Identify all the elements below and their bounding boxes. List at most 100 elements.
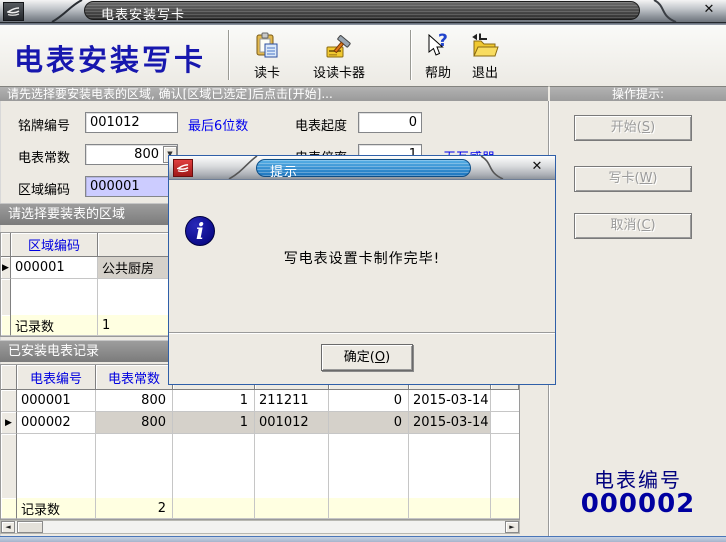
dialog-swoosh-left xyxy=(227,156,259,179)
empty-cell xyxy=(329,498,409,519)
dialog-close-icon[interactable]: ✕ xyxy=(529,159,545,175)
meter-no-value: 000002 xyxy=(549,489,726,519)
btn-key: W xyxy=(640,171,653,186)
read-card-button[interactable]: 读卡 xyxy=(238,30,296,81)
meter-grid-col-constant[interactable]: 电表常数 xyxy=(96,365,173,390)
empty-cell xyxy=(491,390,519,412)
empty-cell xyxy=(255,498,329,519)
btn-text: 开始( xyxy=(611,120,642,135)
meter-grid-footer: 记录数 2 xyxy=(1,498,519,519)
app-window: 电表安装写卡 ✕ 电表安装写卡 读卡 xyxy=(0,0,726,542)
dialog-swoosh-right xyxy=(475,156,507,179)
side-panel: 开始(S) 写卡(W) 取消(C) 电表编号 000002 xyxy=(548,101,726,536)
exit-folder-icon xyxy=(462,30,508,60)
empty-cell xyxy=(1,434,17,498)
meter-record-count-label: 记录数 xyxy=(17,498,96,519)
meter-constant-cell[interactable]: 800 xyxy=(96,390,173,412)
btn-text: 写卡( xyxy=(608,171,639,186)
area-record-count-label: 记录数 xyxy=(11,315,98,336)
row-marker-icon: ▶ xyxy=(1,412,17,434)
nameplate-hint: 最后6位数 xyxy=(188,115,248,134)
dialog-separator xyxy=(169,332,555,334)
status-bar: 请先选择要安装电表的区域, 确认[区域已选定]后点击[开始]... xyxy=(0,86,548,101)
meter-date-cell[interactable]: 2015-03-14 xyxy=(409,390,491,412)
scroll-left-icon[interactable]: ◄ xyxy=(1,521,15,533)
row-marker-icon: ▶ xyxy=(1,257,11,279)
empty-cell xyxy=(491,434,519,498)
area-grid-col-code[interactable]: 区域编码 xyxy=(11,233,98,257)
clipboard-card-icon xyxy=(238,30,296,60)
meter-no-cell[interactable]: 000001 xyxy=(17,390,96,412)
titlebar: 电表安装写卡 ✕ xyxy=(0,0,726,23)
empty-cell xyxy=(173,498,255,519)
meter-grid: 电表编号 电表常数 000001 800 1 211211 0 2015-03-… xyxy=(0,364,520,520)
titlebar-swoosh-left xyxy=(48,0,84,22)
start-button[interactable]: 开始(S) xyxy=(574,115,692,141)
area-code-label: 区域编码 xyxy=(18,179,70,198)
close-icon[interactable]: ✕ xyxy=(701,2,717,18)
area-code-cell[interactable]: 000001 xyxy=(11,257,98,279)
empty-cell xyxy=(17,434,96,498)
empty-cell xyxy=(329,434,409,498)
btn-text: 取消( xyxy=(610,218,641,233)
setup-reader-button[interactable]: 设读卡器 xyxy=(300,30,378,81)
meter-grid-selector-header xyxy=(1,365,17,390)
titlebar-pill: 电表安装写卡 xyxy=(84,1,640,20)
dialog-logo-icon xyxy=(173,159,193,177)
ok-button[interactable]: 确定(O) xyxy=(321,344,413,371)
meter-multiplier-cell[interactable]: 1 xyxy=(173,390,255,412)
write-card-button[interactable]: 写卡(W) xyxy=(574,166,692,192)
area-code-field[interactable]: 000001 xyxy=(85,176,178,197)
empty-cell xyxy=(255,434,329,498)
empty-cell xyxy=(96,434,173,498)
meter-multiplier-cell[interactable]: 1 xyxy=(173,412,255,434)
empty-cell xyxy=(491,498,519,519)
exit-button[interactable]: 退出 xyxy=(462,30,508,81)
btn-text: 确定( xyxy=(344,350,375,365)
empty-cell xyxy=(491,412,519,434)
btn-key: S xyxy=(642,120,650,135)
start-reading-field[interactable]: 0 xyxy=(358,112,422,133)
btn-key: O xyxy=(375,350,385,365)
scrollbar-thumb[interactable] xyxy=(17,521,43,533)
empty-cell xyxy=(409,498,491,519)
btn-key: C xyxy=(641,218,650,233)
app-logo-icon xyxy=(3,2,24,21)
help-label: 帮助 xyxy=(415,62,461,81)
horizontal-scrollbar[interactable]: ◄ ► xyxy=(0,520,520,534)
empty-cell xyxy=(1,498,17,519)
info-icon: i xyxy=(185,216,215,246)
dialog-message: 写电表设置卡制作完毕! xyxy=(169,248,555,268)
area-grid-selector-header xyxy=(1,233,11,257)
table-row[interactable]: 000001 800 1 211211 0 2015-03-14 xyxy=(1,390,519,412)
meter-start-cell[interactable]: 0 xyxy=(329,390,409,412)
window-title: 电表安装写卡 xyxy=(101,4,185,23)
cancel-button[interactable]: 取消(C) xyxy=(574,213,692,239)
dialog-titlebar: 提示 ✕ xyxy=(169,156,555,180)
meter-grid-col-no[interactable]: 电表编号 xyxy=(17,365,96,390)
meter-nameplate-cell[interactable]: 001012 xyxy=(255,412,329,434)
page-title: 电表安装写卡 xyxy=(14,37,206,79)
btn-text: ) xyxy=(385,350,390,365)
scroll-right-icon[interactable]: ► xyxy=(505,521,519,533)
btn-text: ) xyxy=(650,120,655,135)
meter-constant-cell[interactable]: 800 xyxy=(96,412,173,434)
meter-nameplate-cell[interactable]: 211211 xyxy=(255,390,329,412)
window-bottom-border xyxy=(0,536,726,542)
empty-cell xyxy=(173,434,255,498)
empty-cell xyxy=(11,279,98,315)
dialog-title-pill: 提示 xyxy=(256,159,471,177)
empty-cell xyxy=(1,279,11,315)
help-button[interactable]: ? 帮助 xyxy=(415,30,461,81)
toolbar: 电表安装写卡 读卡 xyxy=(0,25,726,87)
table-row[interactable]: ▶ 000002 800 1 001012 0 2015-03-14 xyxy=(1,412,519,434)
dialog-title: 提示 xyxy=(270,161,298,180)
nameplate-field[interactable]: 001012 xyxy=(85,112,178,133)
meter-start-cell[interactable]: 0 xyxy=(329,412,409,434)
nameplate-label: 铭牌编号 xyxy=(18,115,70,134)
meter-no-cell[interactable]: 000002 xyxy=(17,412,96,434)
meter-date-cell[interactable]: 2015-03-14 xyxy=(409,412,491,434)
svg-text:?: ? xyxy=(438,32,448,51)
message-dialog: 提示 ✕ i 写电表设置卡制作完毕! 确定(O) xyxy=(168,155,556,385)
toolbar-separator xyxy=(228,30,230,80)
